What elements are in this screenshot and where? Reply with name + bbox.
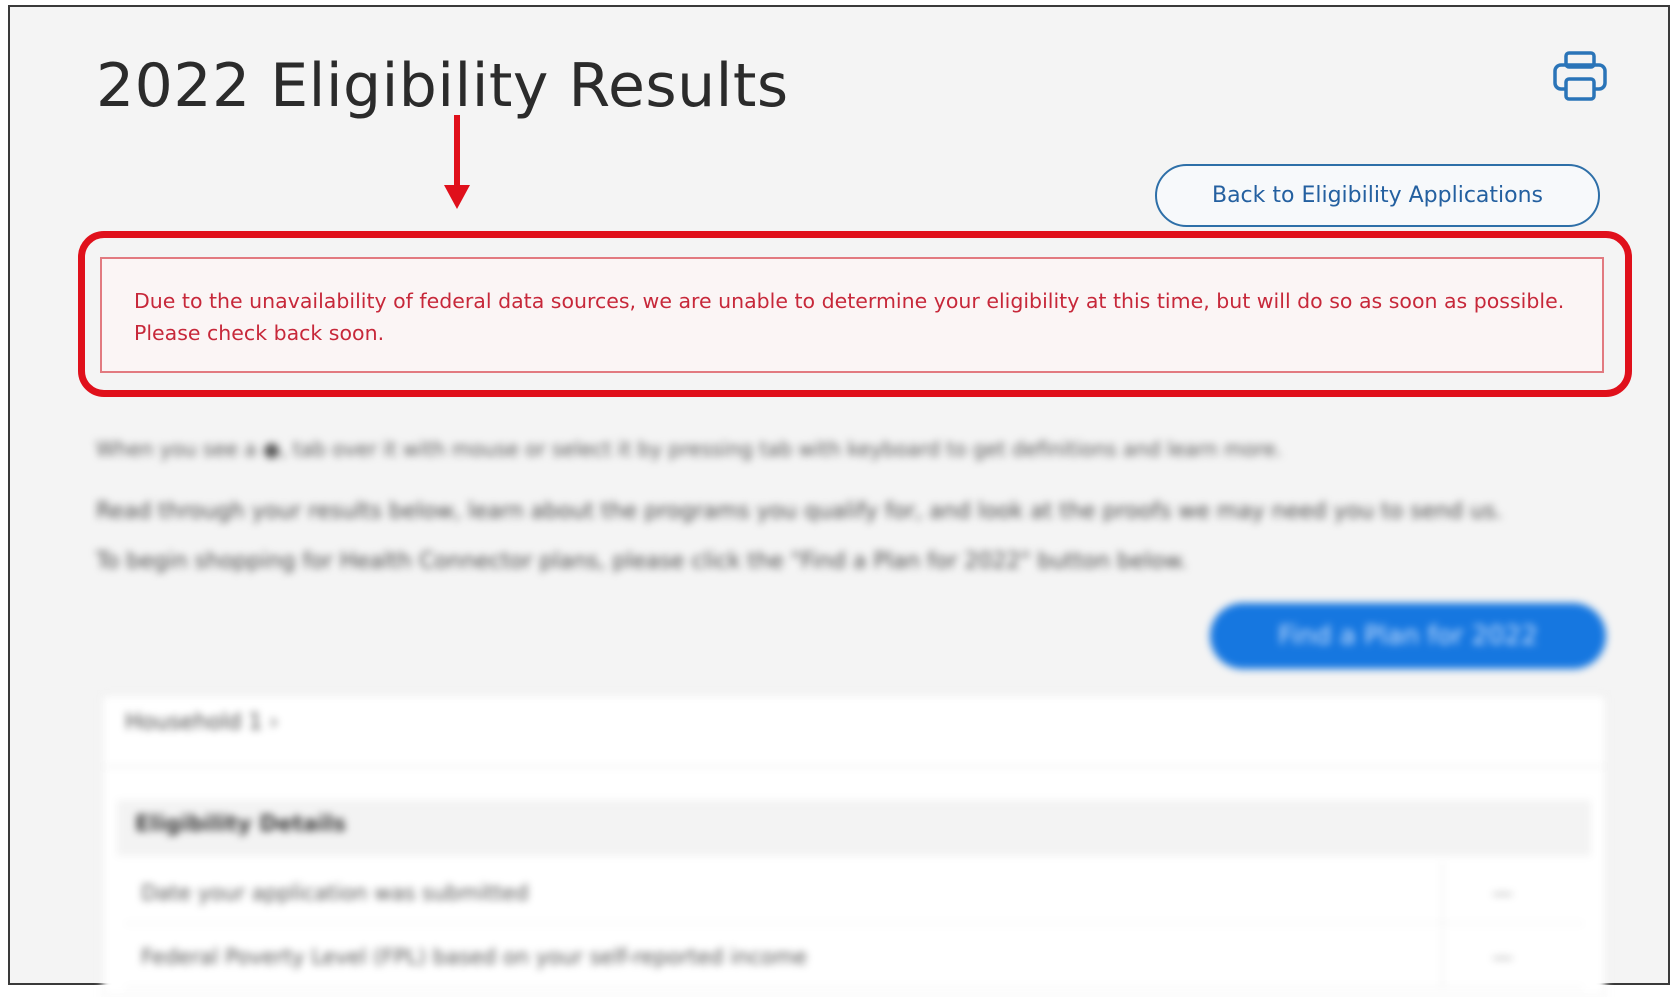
divider [1442, 926, 1443, 987]
help-hint-text: When you see a ●, tab over it with mouse… [96, 437, 1283, 461]
printer-icon[interactable] [1550, 47, 1610, 107]
row-label: Federal Poverty Level (FPL) based on you… [141, 944, 808, 969]
intro-text: Read through your results below, learn a… [96, 499, 1503, 524]
row-value: — [1492, 880, 1513, 905]
page-title: 2022 Eligibility Results [96, 51, 789, 121]
help-hint: When you see a ●, tab over it with mouse… [96, 437, 1282, 461]
row-label: Date your application was submitted [141, 880, 529, 905]
divider [103, 766, 1605, 767]
app-frame: 2022 Eligibility Results Back to Eligibi… [8, 5, 1670, 997]
back-to-eligibility-applications-button[interactable]: Back to Eligibility Applications [1155, 164, 1600, 227]
household-panel: Household 1 › Eligibility Details Date y… [102, 695, 1606, 997]
annotation-arrow [444, 115, 470, 209]
table-row: Date your application was submitted — [125, 862, 1583, 924]
find-a-plan-button[interactable]: Find a Plan for 2022 [1210, 603, 1606, 669]
table-row: Federal Poverty Level (FPL) based on you… [125, 926, 1583, 988]
row-value: — [1492, 944, 1513, 969]
divider [1442, 862, 1443, 923]
shop-instruction-text: To begin shopping for Health Connector p… [96, 549, 1188, 574]
household-toggle[interactable]: Household 1 › [125, 710, 278, 735]
eligibility-error-alert: Due to the unavailability of federal dat… [100, 257, 1604, 373]
eligibility-details-heading: Eligibility Details [117, 800, 1591, 856]
